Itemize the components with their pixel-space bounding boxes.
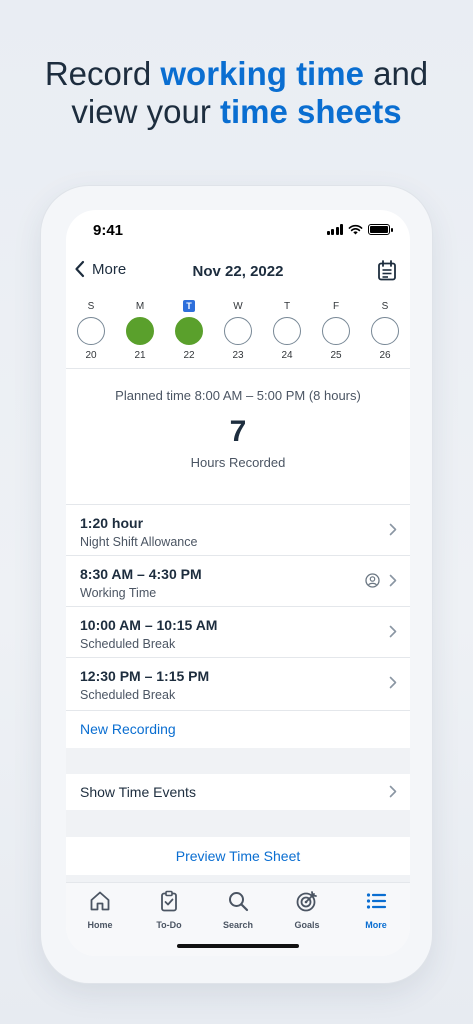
search-icon bbox=[229, 892, 249, 912]
week-strip: S 20 M 21 T 22 W 23 T 24 F 25 S 26 bbox=[66, 296, 410, 366]
back-button[interactable]: More bbox=[74, 260, 126, 278]
tab-label: To-Do bbox=[156, 920, 182, 930]
day-name: T bbox=[183, 300, 195, 312]
tab-label: Search bbox=[222, 920, 254, 930]
home-icon bbox=[90, 891, 110, 911]
day-21[interactable]: M 21 bbox=[120, 296, 160, 361]
time-entry-row[interactable]: 1:20 hour Night Shift Allowance bbox=[66, 504, 410, 555]
status-time: 9:41 bbox=[93, 222, 124, 239]
day-number: 21 bbox=[134, 350, 146, 361]
time-summary: Planned time 8:00 AM – 5:00 PM (8 hours)… bbox=[66, 388, 410, 470]
tab-label: Goals bbox=[294, 920, 320, 930]
calendar-icon bbox=[378, 260, 396, 281]
day-number: 23 bbox=[232, 350, 244, 361]
status-bar: 9:41 bbox=[66, 210, 410, 250]
headline-line-2: view your time sheets bbox=[0, 93, 473, 131]
day-number: 24 bbox=[281, 350, 293, 361]
headline-text: and bbox=[363, 55, 429, 92]
tab-label: More bbox=[365, 920, 387, 930]
target-icon bbox=[296, 891, 317, 912]
phone-screen: 9:41 Nov 22, 2022 More S 20 M 21 T 22 W … bbox=[66, 210, 410, 956]
headline-line-1: Record working time and bbox=[0, 55, 473, 93]
entry-type: Working Time bbox=[80, 586, 157, 600]
time-entry-row[interactable]: 12:30 PM – 1:15 PM Scheduled Break bbox=[66, 657, 410, 708]
cellular-signal-icon bbox=[326, 224, 343, 235]
entry-time: 8:30 AM – 4:30 PM bbox=[80, 566, 202, 582]
day-empty-indicator bbox=[273, 317, 301, 345]
calendar-button[interactable] bbox=[377, 260, 397, 286]
entry-time: 12:30 PM – 1:15 PM bbox=[80, 668, 210, 684]
tab-label: Home bbox=[87, 920, 113, 930]
day-name: T bbox=[283, 301, 291, 312]
divider bbox=[66, 368, 410, 369]
headline-text: view your bbox=[71, 93, 220, 130]
chevron-right-icon bbox=[389, 523, 397, 536]
entry-type: Scheduled Break bbox=[80, 688, 176, 702]
day-empty-indicator bbox=[224, 317, 252, 345]
marketing-headline: Record working time and view your time s… bbox=[0, 55, 473, 131]
section-gap bbox=[66, 810, 410, 837]
day-number: 25 bbox=[330, 350, 342, 361]
preview-time-sheet-button[interactable]: Preview Time Sheet bbox=[66, 837, 410, 875]
planned-time: Planned time 8:00 AM – 5:00 PM (8 hours) bbox=[115, 388, 361, 403]
back-label: More bbox=[92, 260, 127, 278]
home-indicator[interactable] bbox=[177, 944, 299, 948]
nav-bar: Nov 22, 2022 More bbox=[66, 254, 410, 290]
list-icon bbox=[366, 893, 387, 909]
day-number: 26 bbox=[379, 350, 391, 361]
day-empty-indicator bbox=[77, 317, 105, 345]
day-empty-indicator bbox=[322, 317, 350, 345]
headline-text: Record bbox=[44, 55, 161, 92]
day-name: S bbox=[381, 301, 389, 312]
wifi-icon bbox=[348, 224, 363, 235]
chevron-right-icon bbox=[389, 574, 397, 587]
section-gap bbox=[66, 748, 410, 774]
tab-bar: Home To-Do Search Goals More bbox=[66, 882, 410, 956]
section-gap bbox=[66, 875, 410, 882]
day-name: S bbox=[87, 301, 95, 312]
chevron-right-icon bbox=[389, 625, 397, 638]
day-recorded-indicator bbox=[175, 317, 203, 345]
day-number: 22 bbox=[183, 350, 195, 361]
chevron-right-icon bbox=[389, 785, 397, 798]
time-entry-row[interactable]: 8:30 AM – 4:30 PM Working Time bbox=[66, 555, 410, 606]
hours-recorded-value: 7 bbox=[229, 415, 247, 448]
day-24[interactable]: T 24 bbox=[267, 296, 307, 361]
day-26[interactable]: S 26 bbox=[365, 296, 405, 361]
day-23[interactable]: W 23 bbox=[218, 296, 258, 361]
day-number: 20 bbox=[85, 350, 97, 361]
time-entry-list: 1:20 hour Night Shift Allowance 8:30 AM – … bbox=[66, 504, 410, 708]
day-20[interactable]: S 20 bbox=[71, 296, 111, 361]
chevron-right-icon bbox=[389, 676, 397, 689]
day-empty-indicator bbox=[371, 317, 399, 345]
day-name: M bbox=[135, 301, 145, 312]
headline-highlight: time sheets bbox=[219, 93, 402, 130]
tab-more[interactable]: More bbox=[342, 889, 410, 930]
tab-search[interactable]: Search bbox=[204, 889, 272, 930]
entry-time: 1:20 hour bbox=[80, 515, 144, 531]
day-name: W bbox=[233, 301, 243, 312]
entry-time: 10:00 AM – 10:15 AM bbox=[80, 617, 218, 633]
tab-to-do[interactable]: To-Do bbox=[135, 889, 203, 930]
headline-highlight: working time bbox=[160, 55, 364, 92]
status-icons bbox=[326, 224, 393, 235]
hours-recorded-label: Hours Recorded bbox=[190, 455, 286, 470]
battery-icon bbox=[368, 224, 393, 235]
user-icon bbox=[365, 573, 380, 588]
entry-type: Scheduled Break bbox=[80, 637, 176, 651]
time-entry-row[interactable]: 10:00 AM – 10:15 AM Scheduled Break bbox=[66, 606, 410, 657]
day-25[interactable]: F 25 bbox=[316, 296, 356, 361]
new-recording-button[interactable]: New Recording bbox=[66, 710, 410, 748]
tab-goals[interactable]: Goals bbox=[273, 889, 341, 930]
show-time-events-row[interactable]: Show Time Events bbox=[66, 774, 410, 810]
entry-type: Night Shift Allowance bbox=[80, 535, 198, 549]
tab-home[interactable]: Home bbox=[66, 889, 134, 930]
day-name: F bbox=[332, 301, 340, 312]
chevron-left-icon bbox=[75, 260, 85, 278]
show-time-events-label: Show Time Events bbox=[80, 784, 196, 800]
day-22[interactable]: T 22 bbox=[169, 296, 209, 361]
day-recorded-indicator bbox=[126, 317, 154, 345]
clipboard-check-icon bbox=[161, 890, 177, 912]
